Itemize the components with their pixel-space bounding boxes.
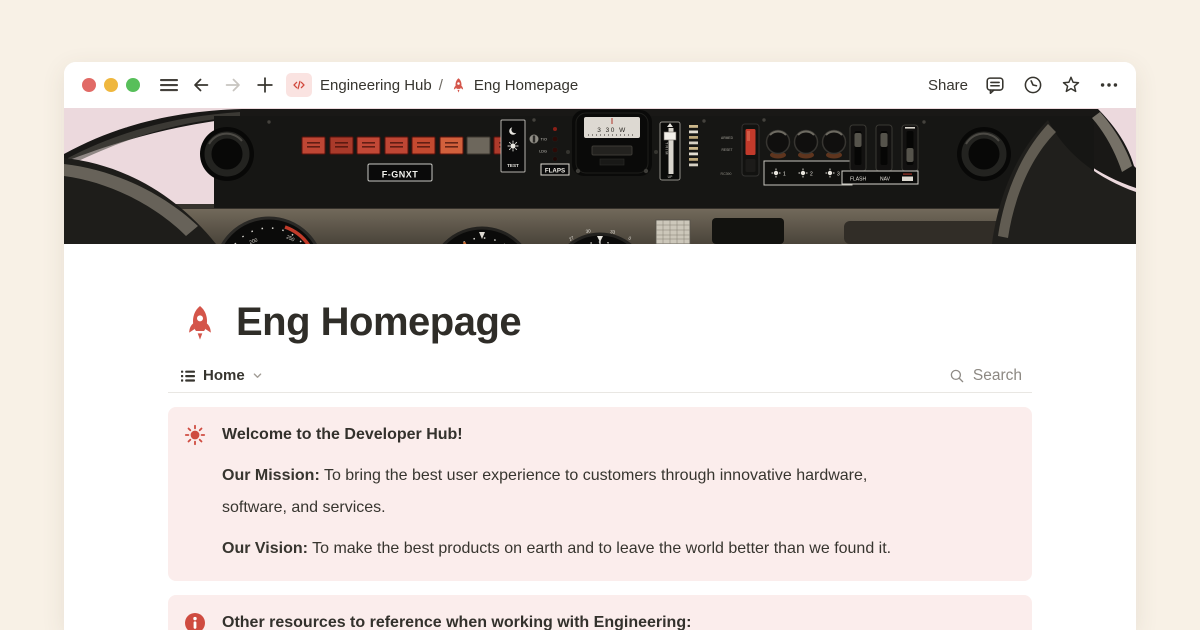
mission-paragraph: Our Mission: To bring the best user expe… (222, 460, 891, 524)
page-icon-rocket[interactable] (180, 303, 220, 343)
svg-text:FLAPS: FLAPS (545, 168, 565, 175)
mission-lead: Our Mission: (222, 467, 320, 484)
page-title: Eng Homepage (236, 300, 521, 345)
rocket-icon (180, 303, 220, 343)
air-vent-right (957, 127, 1011, 181)
registration-placard: F-GNXT (368, 164, 432, 181)
mission-text-line1: To bring the best user experience to cus… (324, 467, 867, 484)
placard-table (656, 220, 690, 244)
breadcrumb-current-page[interactable]: Eng Homepage (474, 77, 578, 94)
svg-text:3 30 W: 3 30 W (597, 127, 627, 134)
more-options-button[interactable] (1096, 72, 1122, 98)
welcome-heading: Welcome to the Developer Hub! (222, 423, 891, 447)
sun-icon (184, 423, 206, 565)
svg-text:RESET: RESET (722, 148, 733, 152)
svg-text:3: 3 (837, 172, 840, 178)
svg-text:TRIM: TRIM (665, 142, 670, 156)
svg-text:F-GNXT: F-GNXT (382, 170, 419, 180)
hamburger-icon (159, 75, 179, 95)
flash-nav-placard: FLASH NAV (842, 171, 918, 184)
star-icon (1060, 74, 1082, 96)
trim-indicator: TRIM UP (660, 122, 680, 180)
ellipsis-icon (1098, 74, 1120, 96)
svg-text:FLASH: FLASH (850, 177, 867, 183)
rocker-switches (850, 125, 918, 171)
welcome-callout: Welcome to the Developer Hub! Our Missio… (168, 407, 1032, 581)
search-icon (948, 367, 966, 385)
resources-callout: Other resources to reference when workin… (168, 595, 1032, 630)
tab-home[interactable]: Home (180, 367, 263, 384)
code-icon (290, 77, 308, 93)
page-content: Eng Homepage Home Search (168, 244, 1032, 630)
breadcrumb-separator: / (439, 77, 443, 94)
svg-text:2: 2 (810, 172, 813, 178)
test-placard: TEST (501, 120, 525, 172)
svg-text:T/O: T/O (541, 138, 547, 142)
titlebar: Engineering Hub / Eng Homepage Share (64, 62, 1136, 108)
vision-lead: Our Vision: (222, 540, 308, 557)
back-arrow-icon (190, 74, 212, 96)
svg-text:ARMED: ARMED (721, 136, 734, 140)
tab-home-label: Home (203, 367, 245, 384)
chevron-down-icon (252, 370, 263, 381)
back-button[interactable] (188, 72, 214, 98)
compass: 3 30 W (566, 110, 658, 176)
vision-text: To make the best products on earth and t… (312, 540, 891, 557)
comments-button[interactable] (982, 72, 1008, 98)
cover-image: 200 250 27 30 33 0 (64, 108, 1136, 244)
forward-arrow-icon (222, 74, 244, 96)
resources-heading: Other resources to reference when workin… (222, 611, 691, 630)
svg-text:RC390: RC390 (721, 172, 732, 176)
mission-text-line2: software, and services. (222, 499, 386, 516)
app-window: Engineering Hub / Eng Homepage Share (64, 62, 1136, 630)
svg-text:1: 1 (783, 172, 786, 178)
list-view-icon (180, 368, 196, 384)
titlebar-actions: Share (920, 72, 1122, 98)
parent-page-icon-chip[interactable] (286, 73, 312, 97)
air-vent-left (200, 127, 254, 181)
view-tabs-row: Home Search (168, 359, 1032, 393)
vision-paragraph: Our Vision: To make the best products on… (222, 533, 891, 565)
breadcrumb: Engineering Hub / Eng Homepage (286, 73, 578, 97)
window-controls (82, 78, 140, 92)
search-button[interactable]: Search (942, 363, 1028, 389)
updates-button[interactable] (1020, 72, 1046, 98)
new-page-button[interactable] (252, 72, 278, 98)
share-button[interactable]: Share (920, 73, 976, 98)
svg-text:LDG: LDG (539, 150, 547, 154)
clock-icon (1022, 74, 1044, 96)
svg-text:NAV: NAV (880, 177, 891, 183)
breadcrumb-parent-link[interactable]: Engineering Hub (320, 77, 432, 94)
info-icon (184, 611, 206, 630)
comment-icon (984, 74, 1006, 96)
svg-text:TEST: TEST (507, 163, 519, 168)
svg-text:UP: UP (668, 175, 673, 179)
close-window-button[interactable] (82, 78, 96, 92)
page-rocket-icon (450, 77, 467, 94)
page-title-row: Eng Homepage (168, 300, 1032, 345)
sidebar-toggle-button[interactable] (156, 72, 182, 98)
zoom-window-button[interactable] (126, 78, 140, 92)
minimize-window-button[interactable] (104, 78, 118, 92)
search-label: Search (973, 367, 1022, 385)
favorite-button[interactable] (1058, 72, 1084, 98)
resources-callout-body: Other resources to reference when workin… (222, 611, 691, 630)
forward-button[interactable] (220, 72, 246, 98)
cockpit-illustration: 200 250 27 30 33 0 (64, 108, 1136, 244)
light-knobs: 1 2 3 (764, 131, 852, 186)
plus-icon (254, 74, 276, 96)
welcome-callout-body: Welcome to the Developer Hub! Our Missio… (222, 423, 891, 565)
